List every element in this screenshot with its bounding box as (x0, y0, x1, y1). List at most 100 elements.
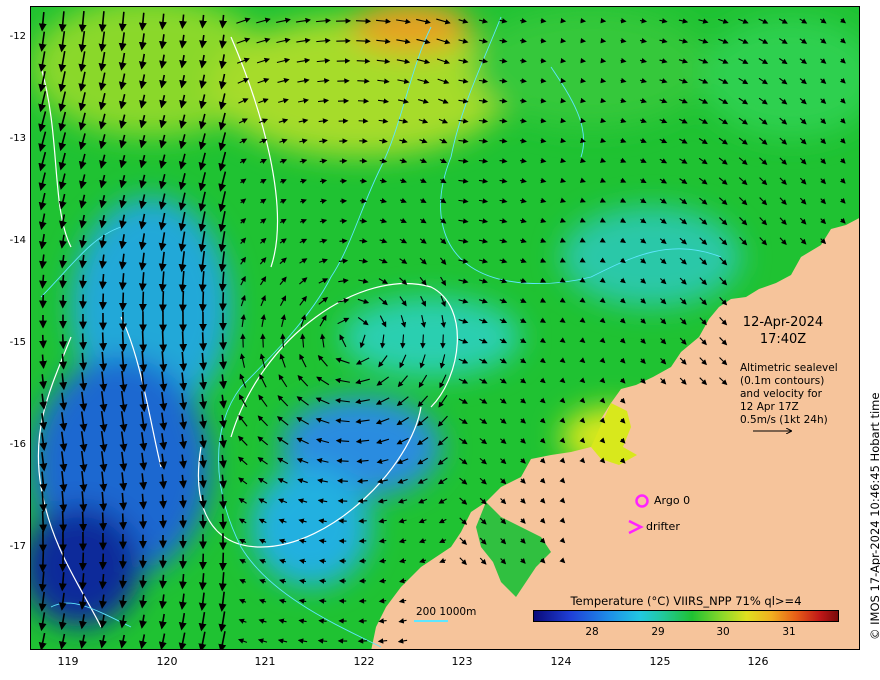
velocity-arrow (98, 574, 107, 590)
velocity-arrow (119, 331, 128, 353)
velocity-arrow (99, 332, 108, 352)
velocity-arrow (600, 37, 607, 44)
velocity-arrow (219, 353, 228, 370)
velocity-arrow (219, 333, 228, 351)
colorbar-tick: 28 (585, 626, 599, 638)
velocity-arrow (199, 332, 208, 352)
velocity-arrow (359, 218, 368, 224)
velocity-arrow (178, 514, 187, 529)
velocity-arrow (79, 274, 87, 289)
velocity-arrow (540, 98, 547, 104)
velocity-arrow (560, 17, 567, 24)
map-time: 17:40Z (759, 332, 807, 347)
velocity-arrow (159, 494, 167, 509)
velocity-arrow (540, 38, 547, 44)
lon-tick: 125 (649, 655, 671, 668)
velocity-arrow (540, 58, 547, 64)
velocity-arrow (39, 274, 47, 289)
velocity-arrow (119, 513, 128, 531)
velocity-arrow (378, 598, 387, 604)
map-panel (30, 6, 860, 650)
velocity-arrow (159, 331, 168, 353)
velocity-arrow (318, 598, 327, 604)
velocity-arrow (560, 57, 567, 64)
velocity-arrow (139, 514, 148, 530)
velocity-arrow (580, 97, 587, 104)
velocity-arrow (357, 78, 370, 84)
velocity-arrow (560, 97, 567, 104)
velocity-arrow (260, 333, 266, 348)
velocity-arrow (198, 291, 207, 313)
velocity-arrow (59, 274, 68, 289)
velocity-arrow (540, 137, 547, 144)
velocity-arrow (420, 334, 426, 349)
colorbar-title: Temperature (°C) VIIRS_NPP 71% ql>=4 (570, 594, 802, 608)
velocity-arrow (600, 57, 607, 64)
velocity-arrow (158, 291, 167, 313)
velocity-arrow (357, 98, 370, 104)
velocity-arrow (79, 511, 88, 532)
velocity-arrow (139, 331, 148, 353)
velocity-arrow (540, 17, 547, 24)
velocity-arrow (339, 238, 348, 244)
velocity-arrow (219, 513, 228, 530)
velocity-arrow (178, 494, 187, 509)
velocity-arrow (39, 354, 47, 369)
velocity-arrow (600, 77, 607, 84)
argo-label: Argo 0 (654, 494, 691, 507)
velocity-arrow (119, 574, 127, 589)
description-line: (0.1m contours) (740, 375, 825, 387)
velocity-arrow (520, 78, 527, 84)
velocity-arrow (620, 37, 627, 44)
velocity-arrow (318, 578, 327, 584)
map-date: 12-Apr-2024 (742, 315, 824, 330)
velocity-arrow (440, 334, 446, 349)
lon-tick: 122 (353, 655, 375, 668)
drifter-label: drifter (646, 520, 680, 533)
velocity-arrow (560, 37, 567, 44)
sst-map (31, 7, 859, 649)
velocity-arrow (38, 334, 47, 349)
lat-tick: -13 (9, 133, 26, 144)
velocity-arrow (540, 117, 547, 124)
velocity-arrow (620, 18, 627, 24)
velocity-arrow (178, 574, 187, 590)
velocity-arrow (59, 511, 68, 533)
velocity-arrow (198, 494, 207, 509)
lon-tick: 124 (550, 655, 572, 668)
velocity-arrow (356, 18, 372, 24)
lon-tick: 119 (57, 655, 79, 668)
lat-tick: -12 (9, 31, 26, 42)
velocity-arrow (520, 58, 527, 64)
velocity-arrow (158, 514, 167, 529)
velocity-arrow (218, 292, 227, 312)
depth-contours-label: 200 1000m (416, 606, 477, 618)
velocity-description: Altimetric sealevel (0.1m contours) and … (740, 362, 850, 427)
velocity-arrow (378, 578, 387, 584)
velocity-arrow (356, 38, 371, 44)
velocity-arrow (98, 553, 107, 571)
velocity-arrow (218, 552, 227, 571)
lat-tick: -17 (9, 541, 26, 552)
velocity-arrow (198, 553, 207, 570)
lon-tick: 123 (451, 655, 473, 668)
description-line: Altimetric sealevel (740, 362, 838, 374)
velocity-arrow (59, 334, 68, 350)
velocity-arrow (78, 552, 87, 572)
velocity-arrow (280, 333, 286, 348)
description-line: 12 Apr 17Z (740, 401, 799, 413)
velocity-arrow (520, 118, 527, 124)
description-line: and velocity for (740, 388, 822, 400)
velocity-arrow (199, 14, 208, 29)
description-line: 0.5m/s (1kt 24h) (740, 414, 828, 426)
velocity-arrow (560, 77, 567, 84)
colorbar-tick: 31 (782, 626, 796, 638)
velocity-arrow (139, 493, 148, 510)
velocity-arrow (317, 638, 328, 644)
velocity-arrow (58, 551, 67, 572)
velocity-arrow (520, 98, 527, 104)
velocity-arrow (219, 14, 228, 29)
velocity-arrow (38, 551, 47, 573)
velocity-arrow (39, 511, 48, 533)
velocity-arrow (179, 331, 188, 353)
